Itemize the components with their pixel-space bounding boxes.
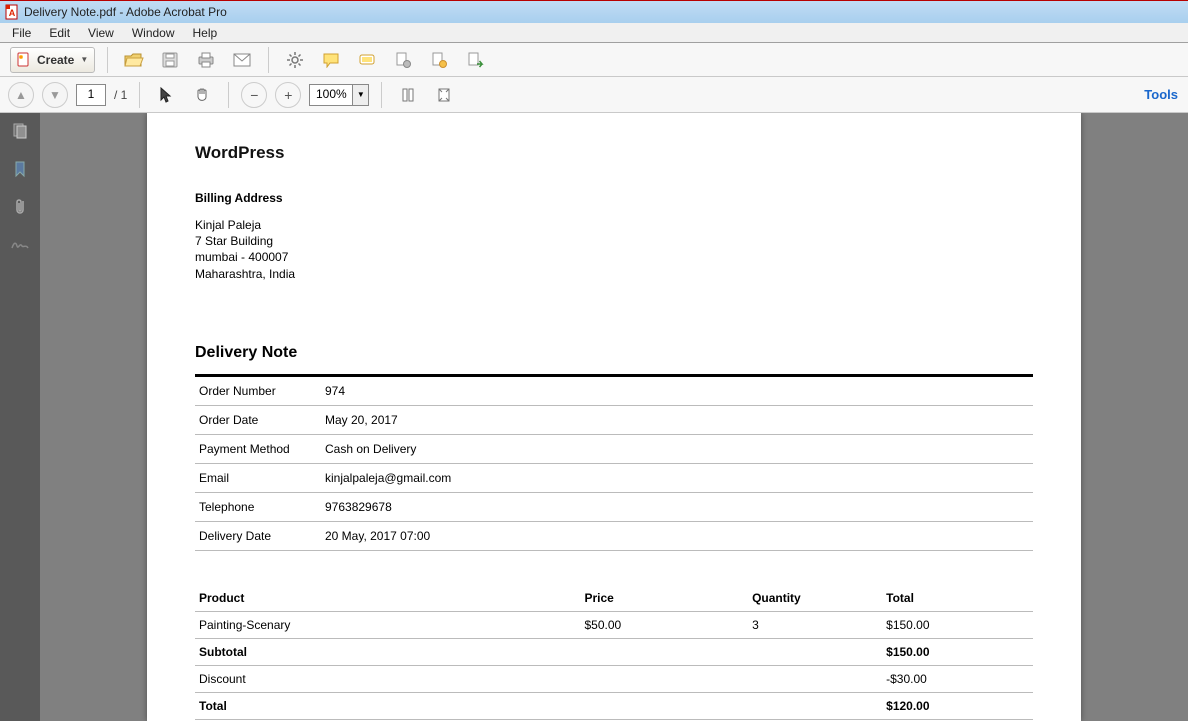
col-quantity: Quantity	[748, 585, 882, 612]
menu-edit[interactable]: Edit	[41, 24, 78, 42]
tools-panel-link[interactable]: Tools	[1144, 87, 1178, 102]
value-order-number: 974	[321, 375, 1033, 405]
sign-icon[interactable]	[425, 47, 453, 73]
item-name: Painting-Scenary	[195, 611, 580, 638]
value-payment: Cash on Delivery	[321, 434, 1033, 463]
addr-line2: mumbai - 400007	[195, 249, 1033, 265]
thumbnails-icon[interactable]	[10, 121, 30, 141]
total-row: Total $120.00	[195, 692, 1033, 719]
page-count: / 1	[114, 88, 127, 102]
menu-bar: File Edit View Window Help	[0, 23, 1188, 43]
page-up-icon[interactable]: ▲	[8, 82, 34, 108]
menu-help[interactable]: Help	[185, 24, 226, 42]
separator	[139, 82, 140, 108]
zoom-dropdown-icon[interactable]: ▼	[353, 84, 369, 106]
print-icon[interactable]	[192, 47, 220, 73]
value-email: kinjalpaleja@gmail.com	[321, 463, 1033, 492]
separator	[107, 47, 108, 73]
main-toolbar: Create ▼	[0, 43, 1188, 77]
workspace: WordPress Billing Address Kinjal Paleja …	[0, 113, 1188, 721]
separator	[381, 82, 382, 108]
col-price: Price	[580, 585, 748, 612]
signatures-icon[interactable]	[10, 235, 30, 255]
addr-name: Kinjal Paleja	[195, 217, 1033, 233]
highlight-icon[interactable]	[353, 47, 381, 73]
subtotal-row: Subtotal $150.00	[195, 638, 1033, 665]
item-qty: 3	[748, 611, 882, 638]
value-phone: 9763829678	[321, 492, 1033, 521]
hand-tool-icon[interactable]	[188, 82, 216, 108]
label-order-date: Order Date	[195, 405, 321, 434]
item-total: $150.00	[882, 611, 1033, 638]
order-info-table: Order Number974 Order DateMay 20, 2017 P…	[195, 374, 1033, 551]
brand-title: WordPress	[195, 143, 1033, 163]
share-icon[interactable]	[461, 47, 489, 73]
svg-text:A: A	[9, 8, 16, 18]
fit-width-icon[interactable]	[394, 82, 422, 108]
separator	[268, 47, 269, 73]
addr-line3: Maharashtra, India	[195, 266, 1033, 282]
menu-window[interactable]: Window	[124, 24, 183, 42]
label-order-number: Order Number	[195, 375, 321, 405]
separator	[228, 82, 229, 108]
label-phone: Telephone	[195, 492, 321, 521]
page-number-input[interactable]: 1	[76, 84, 106, 106]
nav-toolbar: ▲ ▼ 1 / 1 − + 100% ▼ Tools	[0, 77, 1188, 113]
discount-label: Discount	[195, 665, 580, 692]
zoom-out-icon[interactable]: −	[241, 82, 267, 108]
subtotal-value: $150.00	[882, 638, 1033, 665]
zoom-value[interactable]: 100%	[309, 84, 353, 106]
email-icon[interactable]	[228, 47, 256, 73]
product-table: Product Price Quantity Total Painting-Sc…	[195, 585, 1033, 720]
zoom-in-icon[interactable]: +	[275, 82, 301, 108]
comment-icon[interactable]	[317, 47, 345, 73]
open-icon[interactable]	[120, 47, 148, 73]
pdf-page: WordPress Billing Address Kinjal Paleja …	[147, 113, 1081, 721]
gear-icon[interactable]	[281, 47, 309, 73]
col-product: Product	[195, 585, 580, 612]
save-icon[interactable]	[156, 47, 184, 73]
discount-value: -$30.00	[882, 665, 1033, 692]
value-order-date: May 20, 2017	[321, 405, 1033, 434]
create-button[interactable]: Create ▼	[10, 47, 95, 73]
window-titlebar: A Delivery Note.pdf - Adobe Acrobat Pro	[0, 0, 1188, 23]
col-total: Total	[882, 585, 1033, 612]
attachments-icon[interactable]	[10, 197, 30, 217]
page-down-icon[interactable]: ▼	[42, 82, 68, 108]
billing-address-heading: Billing Address	[195, 191, 1033, 205]
window-title: Delivery Note.pdf - Adobe Acrobat Pro	[24, 5, 227, 19]
acrobat-icon: A	[4, 4, 20, 20]
label-payment: Payment Method	[195, 434, 321, 463]
subtotal-label: Subtotal	[195, 638, 580, 665]
addr-line1: 7 Star Building	[195, 233, 1033, 249]
label-email: Email	[195, 463, 321, 492]
zoom-field[interactable]: 100% ▼	[309, 84, 369, 106]
stamp-icon[interactable]	[389, 47, 417, 73]
select-tool-icon[interactable]	[152, 82, 180, 108]
discount-row: Discount -$30.00	[195, 665, 1033, 692]
document-area[interactable]: WordPress Billing Address Kinjal Paleja …	[40, 113, 1188, 721]
menu-file[interactable]: File	[4, 24, 39, 42]
total-value: $120.00	[882, 692, 1033, 719]
bookmarks-icon[interactable]	[10, 159, 30, 179]
label-delivery-date: Delivery Date	[195, 521, 321, 550]
delivery-note-heading: Delivery Note	[195, 344, 1033, 362]
table-row: Painting-Scenary $50.00 3 $150.00	[195, 611, 1033, 638]
dropdown-icon: ▼	[80, 55, 88, 64]
value-delivery-date: 20 May, 2017 07:00	[321, 521, 1033, 550]
total-label: Total	[195, 692, 580, 719]
left-sidebar	[0, 113, 40, 721]
menu-view[interactable]: View	[80, 24, 122, 42]
create-label: Create	[37, 53, 74, 67]
billing-address: Kinjal Paleja 7 Star Building mumbai - 4…	[195, 217, 1033, 282]
item-price: $50.00	[580, 611, 748, 638]
fit-page-icon[interactable]	[430, 82, 458, 108]
